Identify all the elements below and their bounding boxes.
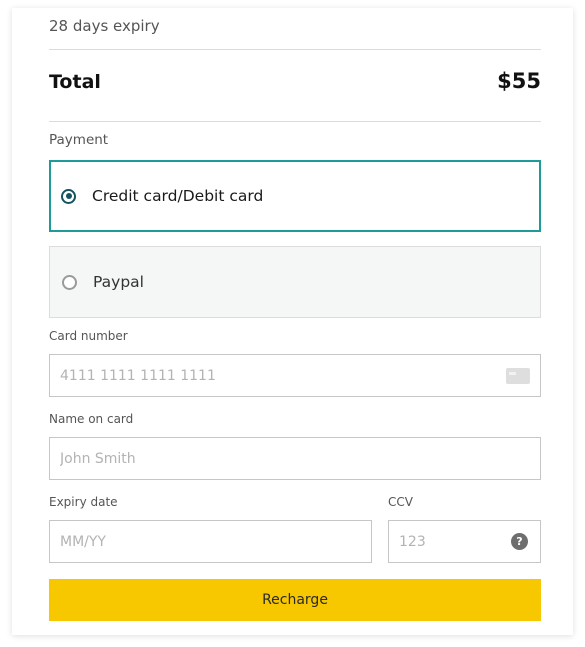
payment-option-credit-card[interactable]: Credit card/Debit card	[49, 160, 541, 232]
checkout-panel: 28 days expiry Total $55 Payment Credit …	[12, 8, 573, 635]
credit-card-icon	[506, 368, 530, 384]
total-label: Total	[49, 71, 101, 93]
card-number-label: Card number	[49, 329, 128, 343]
help-icon[interactable]: ?	[511, 533, 528, 550]
payment-option-paypal[interactable]: Paypal	[49, 246, 541, 318]
divider	[49, 121, 541, 122]
recharge-button[interactable]: Recharge	[49, 579, 541, 621]
name-on-card-label: Name on card	[49, 412, 134, 426]
name-on-card-input[interactable]	[49, 437, 541, 480]
payment-option-label: Credit card/Debit card	[92, 187, 264, 205]
payment-section-label: Payment	[49, 132, 109, 148]
divider	[49, 49, 541, 50]
expiry-date-input[interactable]	[49, 520, 372, 563]
total-amount: $55	[497, 69, 541, 93]
ccv-label: CCV	[388, 495, 413, 509]
radio-selected-icon[interactable]	[61, 188, 76, 204]
expiry-date-label: Expiry date	[49, 495, 118, 509]
card-number-input[interactable]	[49, 354, 541, 397]
payment-option-label: Paypal	[93, 273, 144, 291]
radio-unselected-icon[interactable]	[62, 274, 77, 290]
expiry-text: 28 days expiry	[49, 17, 160, 35]
